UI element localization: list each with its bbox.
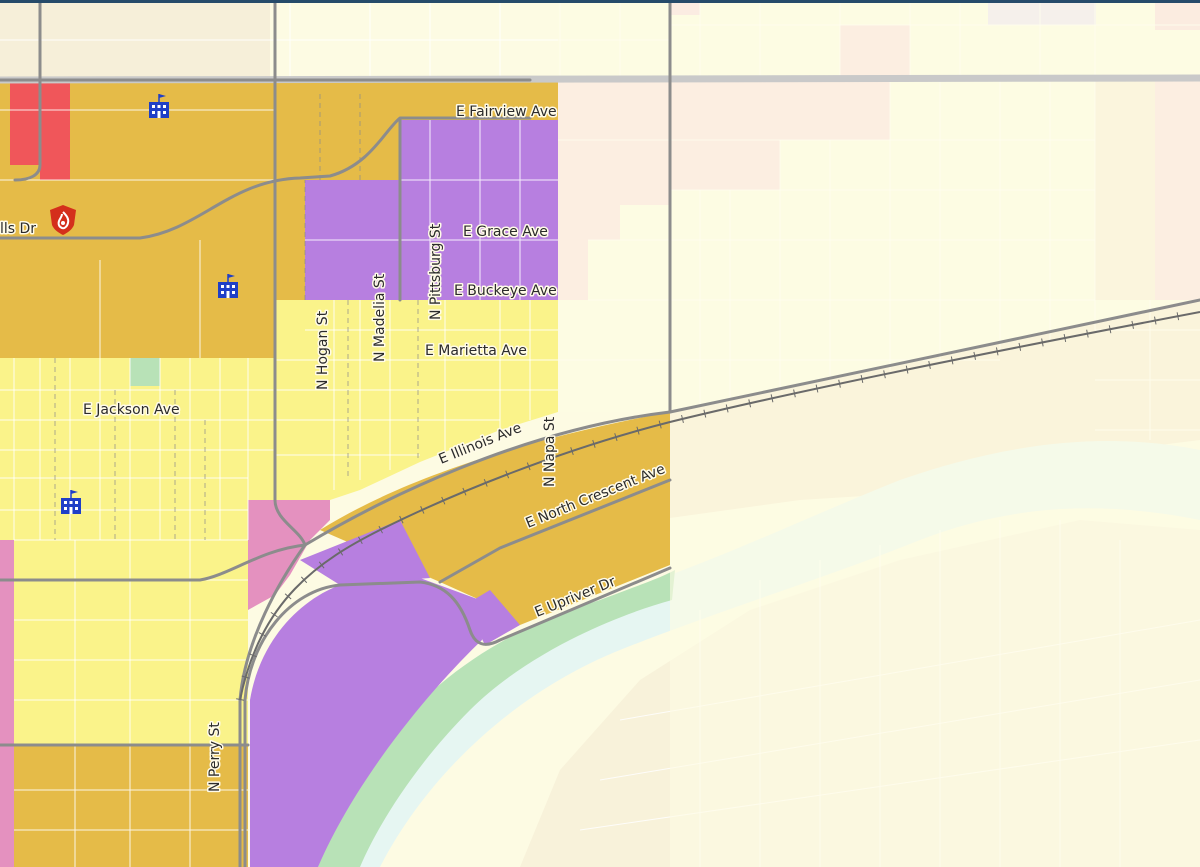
street-label-grace: E Grace Ave xyxy=(463,224,548,240)
map-top-border xyxy=(0,0,1200,3)
street-label-buckeye: E Buckeye Ave xyxy=(454,283,557,299)
street-label-hogan: N Hogan St xyxy=(315,310,331,390)
zone-commercial xyxy=(0,540,14,867)
park-parcel xyxy=(130,358,160,386)
map-fade-overlay xyxy=(670,0,1200,867)
street-label-perry: N Perry St xyxy=(207,722,223,792)
map-fade-overlay xyxy=(558,0,670,412)
street-label-pittsburg: N Pittsburg St xyxy=(428,223,444,320)
street-label-hills: lls Dr xyxy=(0,221,36,237)
street-label-marietta: E Marietta Ave xyxy=(425,343,527,359)
street-label-jackson: E Jackson Ave xyxy=(83,402,180,418)
zone-mixed-use xyxy=(0,300,275,358)
map-viewport[interactable]: E Fairview Ave E Grace Ave E Buckeye Ave… xyxy=(0,0,1200,867)
street-label-napa: N Napa St xyxy=(542,416,558,487)
map-canvas[interactable]: E Fairview Ave E Grace Ave E Buckeye Ave… xyxy=(0,0,1200,867)
street-label-madelia: N Madelia St xyxy=(372,273,388,362)
street-label-fairview: E Fairview Ave xyxy=(456,104,557,120)
